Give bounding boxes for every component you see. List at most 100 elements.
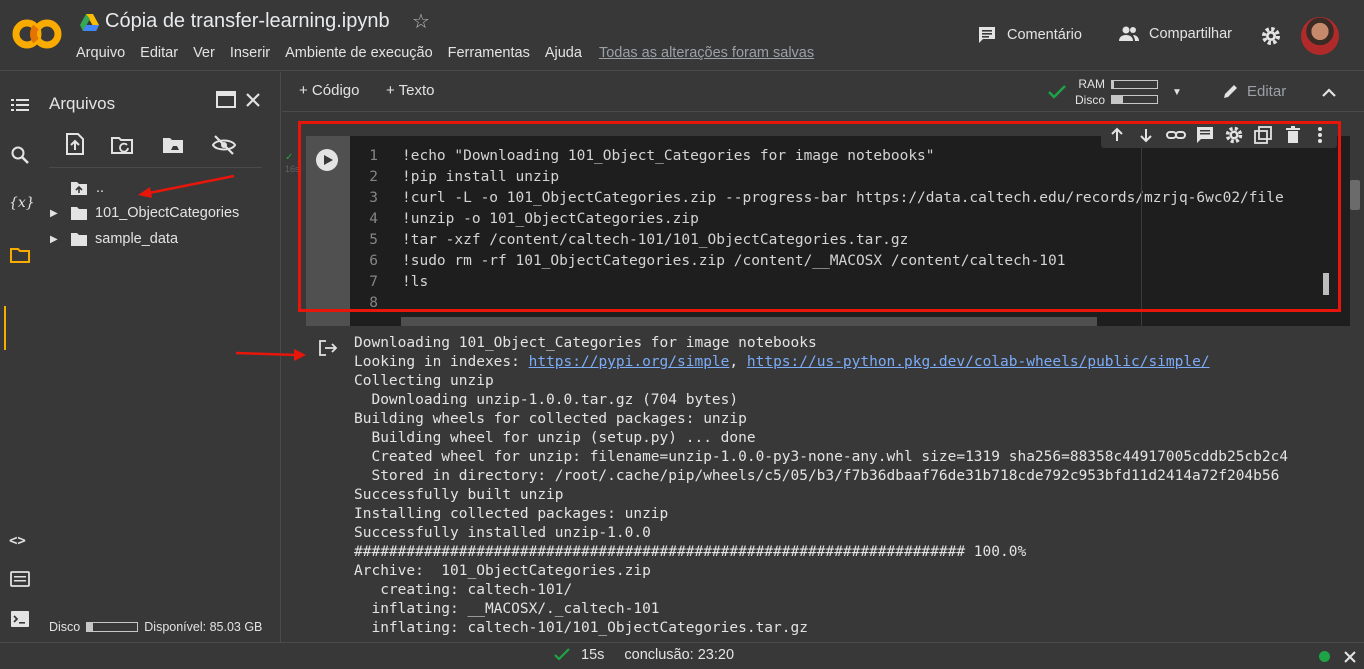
output-line: Collecting unzip bbox=[354, 373, 494, 389]
tree-item-label: 101_ObjectCategories bbox=[95, 205, 240, 221]
terminal-icon[interactable] bbox=[9, 608, 31, 630]
pypi-link[interactable]: https://pypi.org/simple bbox=[529, 354, 730, 370]
menu-ferramentas[interactable]: Ferramentas bbox=[448, 45, 530, 61]
disk-usage: Disco Disponível: 85.03 GB bbox=[49, 620, 262, 634]
chevron-up-icon[interactable] bbox=[1321, 85, 1337, 99]
annotation-arrow-icon bbox=[138, 174, 235, 198]
cell-output: Downloading 101_Object_Categories for im… bbox=[306, 326, 1346, 642]
pencil-icon bbox=[1224, 85, 1237, 98]
comment-button[interactable]: Comentário bbox=[977, 25, 1082, 45]
notebook-toolbar: + Código + Texto bbox=[282, 72, 1364, 112]
folder-icon bbox=[71, 233, 87, 246]
refresh-folder-icon[interactable] bbox=[110, 134, 136, 156]
menu-ver[interactable]: Ver bbox=[193, 45, 215, 61]
exec-status-check-icon: ✓ bbox=[285, 152, 294, 163]
mount-drive-icon[interactable] bbox=[161, 134, 187, 156]
command-palette-icon[interactable] bbox=[9, 568, 31, 590]
check-icon bbox=[554, 648, 570, 661]
star-icon[interactable]: ☆ bbox=[412, 9, 430, 34]
highlight-box bbox=[298, 121, 1341, 312]
disk-label: Disco bbox=[49, 620, 81, 634]
colab-logo[interactable] bbox=[12, 14, 62, 54]
code-snippets-icon[interactable]: <> bbox=[9, 533, 26, 549]
user-avatar[interactable] bbox=[1301, 17, 1339, 55]
folder-icon bbox=[71, 207, 87, 220]
output-line: Successfully installed unzip-1.0.0 bbox=[354, 525, 651, 541]
disk-label: Disco bbox=[1075, 93, 1106, 107]
output-line: inflating: __MACOSX/._caltech-101 bbox=[354, 601, 660, 617]
disk-usage-bar bbox=[1111, 95, 1159, 104]
execution-status[interactable]: 15s conclusão: 23:20 bbox=[553, 647, 734, 663]
output-line: Stored in directory: /root/.cache/pip/wh… bbox=[354, 468, 1280, 484]
variables-icon[interactable]: {x} bbox=[9, 195, 35, 211]
tree-item-101-objectcategories[interactable]: ▶ 101_ObjectCategories bbox=[50, 205, 239, 221]
resource-monitor[interactable]: RAM Disco ▼ bbox=[1047, 76, 1182, 108]
output-line: creating: caltech-101/ bbox=[354, 582, 573, 598]
chevron-right-icon[interactable]: ▶ bbox=[50, 208, 70, 219]
folder-icon[interactable] bbox=[9, 244, 31, 266]
output-line: Created wheel for unzip: filename=unzip-… bbox=[354, 449, 1289, 465]
menu-bar: Arquivo Editar Ver Inserir Ambiente de e… bbox=[76, 45, 829, 61]
share-label: Compartilhar bbox=[1149, 26, 1232, 42]
output-line: Downloading 101_Object_Categories for im… bbox=[354, 335, 817, 351]
top-header: Cópia de transfer-learning.ipynb ☆ Arqui… bbox=[0, 0, 1364, 71]
people-icon bbox=[1119, 26, 1139, 41]
add-text-button[interactable]: + Texto bbox=[386, 82, 435, 99]
chevron-down-icon[interactable]: ▼ bbox=[1172, 87, 1182, 98]
ram-usage-bar bbox=[1111, 80, 1159, 89]
chevron-right-icon[interactable]: ▶ bbox=[50, 234, 70, 245]
output-line: Archive: 101_ObjectCategories.zip bbox=[354, 563, 651, 579]
output-line: Building wheel for unzip (setup.py) ... … bbox=[354, 430, 756, 446]
save-status-link[interactable]: Todas as alterações foram salvas bbox=[599, 45, 814, 61]
connected-check-icon bbox=[1048, 85, 1066, 99]
output-line: Building wheels for collected packages: … bbox=[354, 411, 747, 427]
horizontal-scrollbar[interactable] bbox=[401, 317, 1097, 326]
colab-wheels-link[interactable]: https://us-python.pkg.dev/colab-wheels/p… bbox=[747, 354, 1210, 370]
tree-item-parent[interactable]: .. bbox=[50, 180, 104, 196]
table-of-contents-icon[interactable] bbox=[9, 94, 31, 116]
close-icon[interactable] bbox=[244, 91, 262, 109]
tree-item-sample-data[interactable]: ▶ sample_data bbox=[50, 231, 178, 247]
upload-file-icon[interactable] bbox=[64, 132, 86, 156]
output-line: ########################################… bbox=[354, 544, 1027, 560]
divider bbox=[49, 167, 262, 168]
disk-usage-bar bbox=[86, 622, 139, 632]
edit-label: Editar bbox=[1247, 82, 1287, 100]
execution-time: 15s bbox=[581, 647, 605, 663]
menu-ajuda[interactable]: Ajuda bbox=[545, 45, 582, 61]
connection-status-dot bbox=[1319, 651, 1330, 662]
hide-hidden-files-icon[interactable] bbox=[211, 134, 237, 156]
output-line: inflating: caltech-101/101_ObjectCategor… bbox=[354, 620, 808, 636]
left-rail: {x} <> bbox=[0, 72, 40, 642]
active-indicator bbox=[4, 306, 6, 350]
google-drive-icon bbox=[80, 14, 99, 31]
menu-ambiente[interactable]: Ambiente de execução bbox=[285, 45, 433, 61]
menu-editar[interactable]: Editar bbox=[140, 45, 178, 61]
output-line: Looking in indexes: https://pypi.org/sim… bbox=[354, 354, 1210, 370]
files-panel-title: Arquivos bbox=[49, 94, 116, 113]
completion-time: conclusão: 23:20 bbox=[624, 647, 735, 663]
page-scrollbar[interactable] bbox=[1350, 180, 1360, 210]
settings-gear-icon[interactable] bbox=[1261, 26, 1281, 46]
tree-item-label: sample_data bbox=[95, 231, 179, 247]
menu-arquivo[interactable]: Arquivo bbox=[76, 45, 125, 61]
edit-button[interactable]: Editar bbox=[1222, 82, 1286, 100]
search-icon[interactable] bbox=[9, 144, 31, 166]
folder-up-icon bbox=[71, 182, 87, 195]
ram-label: RAM bbox=[1078, 77, 1106, 91]
output-line: Downloading unzip-1.0.0.tar.gz (704 byte… bbox=[354, 392, 739, 408]
status-bar: 15s conclusão: 23:20 bbox=[0, 642, 1364, 669]
menu-inserir[interactable]: Inserir bbox=[230, 45, 270, 61]
add-code-button[interactable]: + Código bbox=[299, 82, 359, 99]
output-line: Successfully built unzip bbox=[354, 487, 564, 503]
disk-available: Disponível: 85.03 GB bbox=[144, 620, 263, 634]
close-icon[interactable] bbox=[1343, 650, 1357, 664]
output-actions-icon[interactable] bbox=[318, 339, 338, 357]
output-line: Installing collected packages: unzip bbox=[354, 506, 669, 522]
open-in-window-icon[interactable] bbox=[215, 90, 237, 110]
annotation-arrow-icon bbox=[235, 349, 306, 361]
share-button[interactable]: Compartilhar bbox=[1118, 25, 1232, 43]
comment-label: Comentário bbox=[1007, 27, 1082, 43]
tree-item-label: .. bbox=[96, 180, 105, 196]
notebook-title[interactable]: Cópia de transfer-learning.ipynb bbox=[105, 10, 390, 33]
